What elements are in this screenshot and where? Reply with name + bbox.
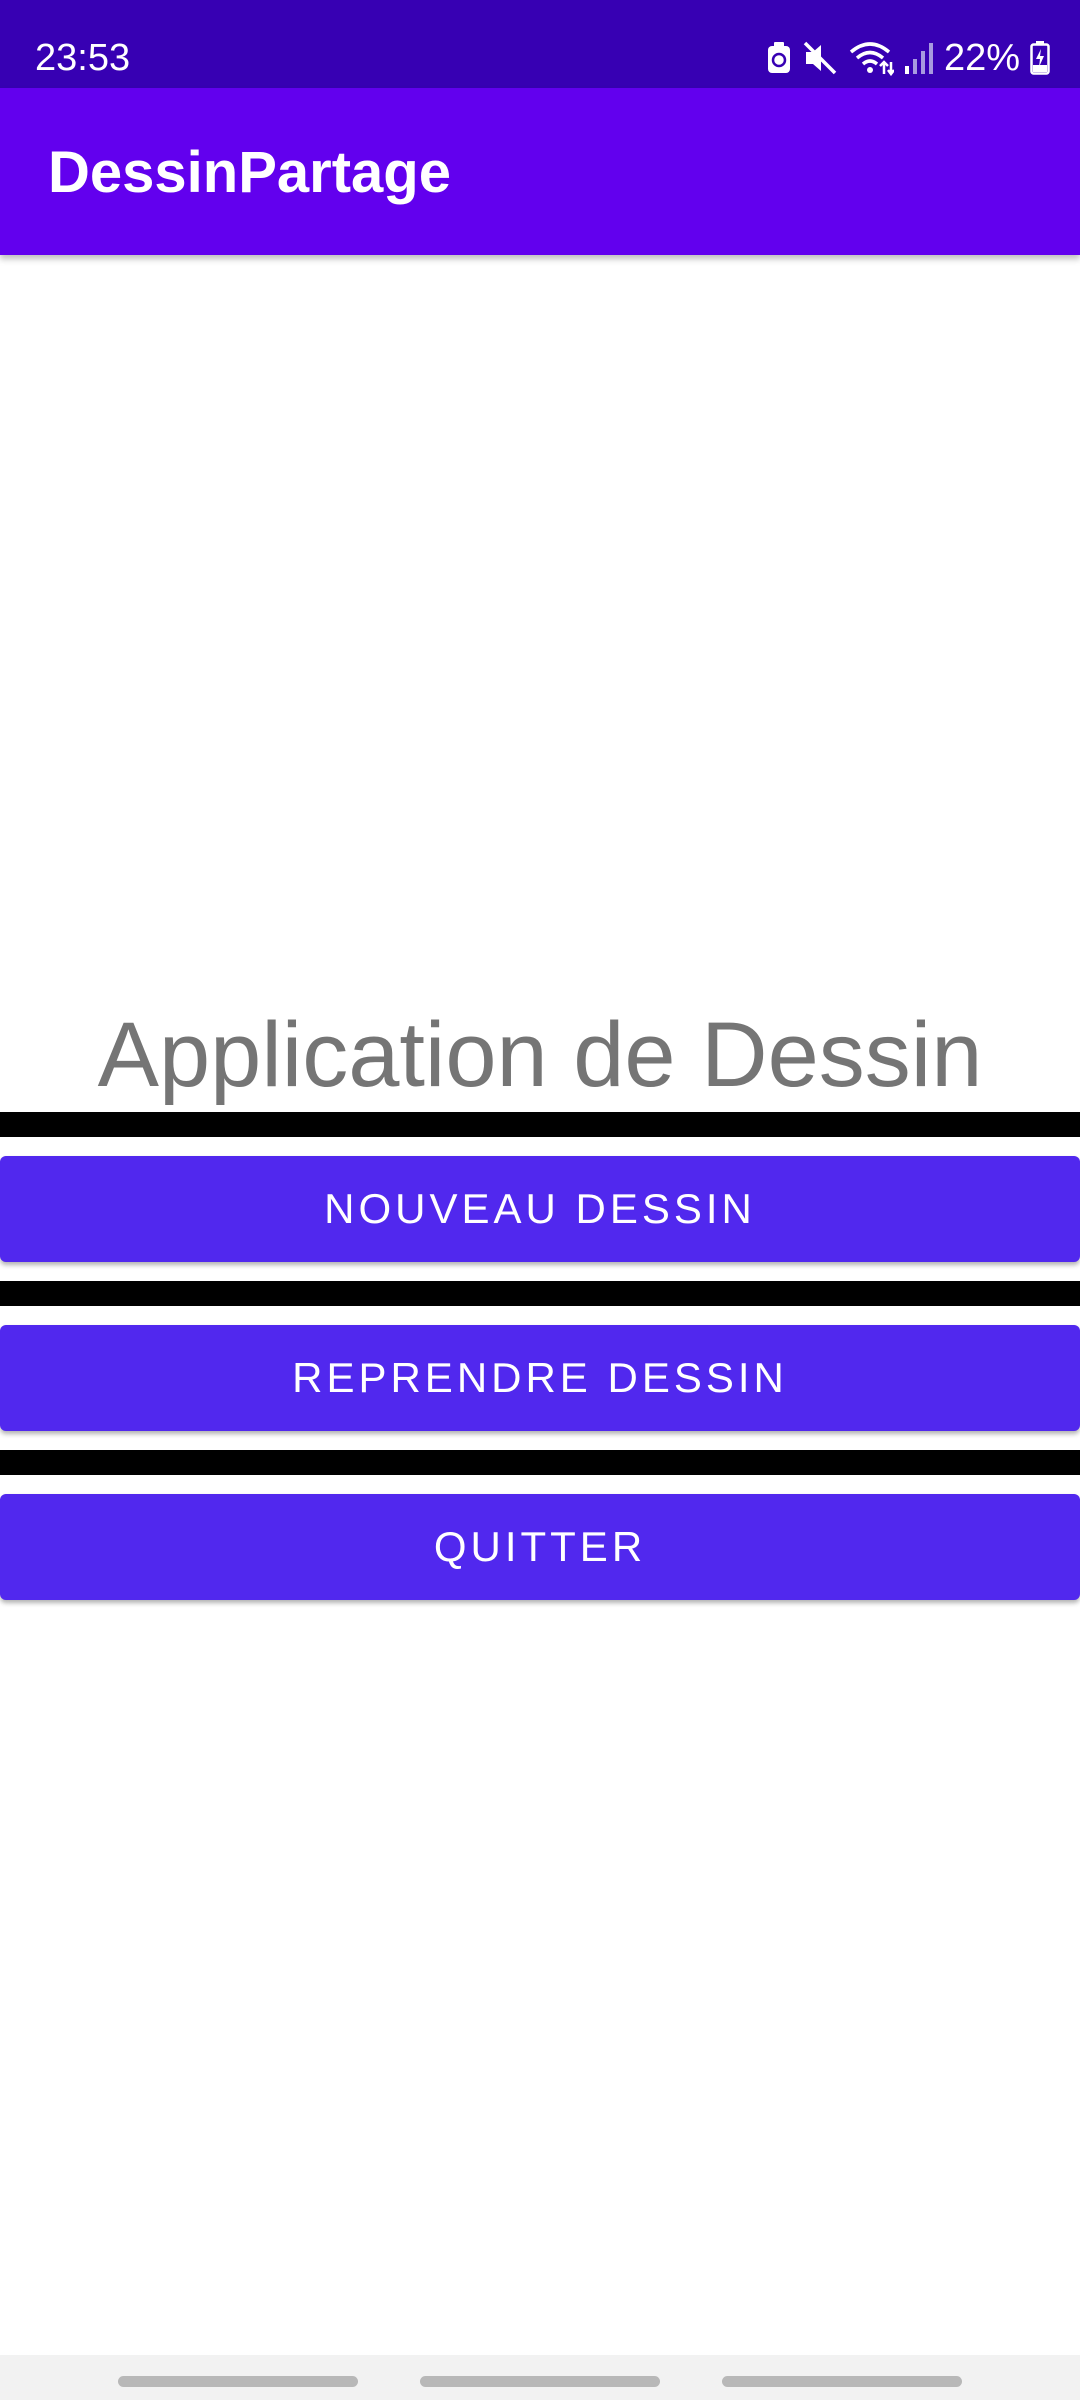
quit-button[interactable]: QUITTER: [0, 1494, 1080, 1600]
resume-drawing-button[interactable]: REPRENDRE DESSIN: [0, 1325, 1080, 1431]
status-time: 23:53: [35, 37, 131, 79]
divider: [0, 1450, 1080, 1475]
divider: [0, 1112, 1080, 1137]
battery-percentage: 22%: [943, 37, 1020, 79]
status-icons: 22%: [766, 36, 1050, 80]
divider: [0, 1281, 1080, 1306]
nav-home-handle[interactable]: [420, 2376, 660, 2387]
app-title: DessinPartage: [48, 140, 451, 205]
app-bar: DessinPartage: [0, 88, 1080, 255]
signal-icon: [904, 42, 934, 74]
page-heading: Application de Dessin: [97, 1004, 983, 1106]
battery-saver-icon: [766, 41, 792, 75]
nav-back-handle[interactable]: [722, 2376, 962, 2387]
status-bar: 23:53 22%: [0, 0, 1080, 88]
battery-icon: [1030, 41, 1050, 75]
mute-icon: [802, 40, 838, 76]
navigation-bar: [0, 2355, 1080, 2400]
nav-recent-apps-handle[interactable]: [118, 2376, 358, 2387]
new-drawing-button[interactable]: NOUVEAU DESSIN: [0, 1156, 1080, 1262]
wifi-icon: [848, 40, 894, 76]
screen: 23:53 22% DessinPartage Application de D…: [0, 0, 1080, 2400]
